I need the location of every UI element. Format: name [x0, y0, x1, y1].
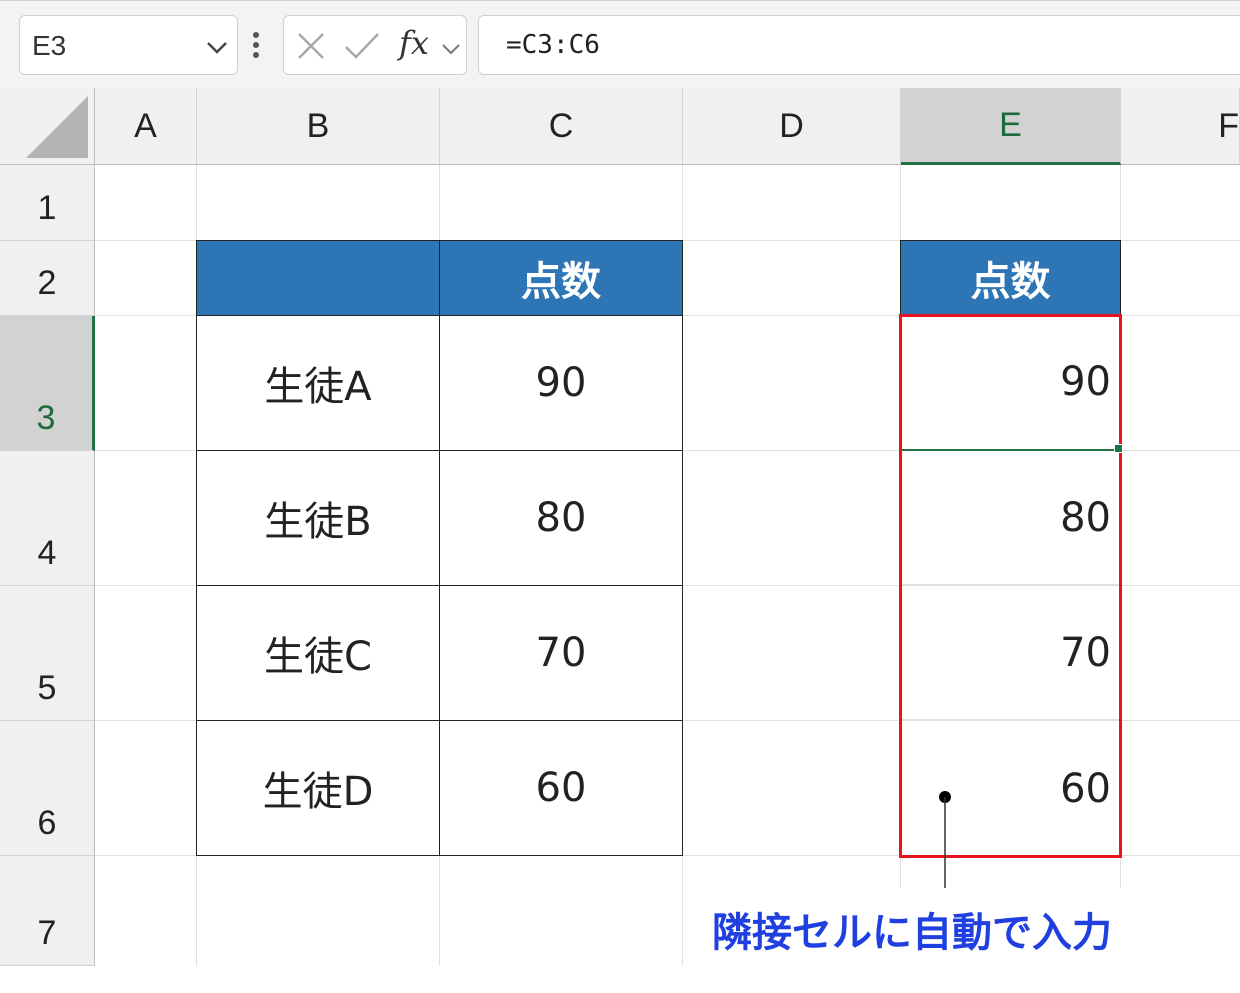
- row-header-3[interactable]: 3: [0, 316, 95, 451]
- spill-range-border: [899, 314, 1122, 858]
- cell-c4[interactable]: 80: [439, 450, 683, 586]
- row-header-2[interactable]: 2: [0, 241, 95, 316]
- cell-b5[interactable]: 生徒C: [196, 585, 440, 721]
- chevron-down-icon[interactable]: [206, 40, 228, 59]
- name-box-value: E3: [32, 30, 67, 61]
- column-header-a[interactable]: A: [95, 88, 197, 165]
- select-all-corner[interactable]: [0, 88, 95, 165]
- insert-function-button[interactable]: fx: [399, 24, 429, 62]
- cell-b3[interactable]: 生徒A: [196, 315, 440, 451]
- cell-e2[interactable]: 点数: [900, 240, 1121, 316]
- column-header-f[interactable]: F: [1121, 88, 1240, 165]
- column-header-c[interactable]: C: [440, 88, 683, 165]
- row-header-7[interactable]: 7: [0, 856, 95, 966]
- column-header-d[interactable]: D: [683, 88, 901, 165]
- cell-c3[interactable]: 90: [439, 315, 683, 451]
- chevron-down-icon[interactable]: [441, 40, 461, 59]
- worksheet-grid: A B C D E F 1 2 3 4 5 6 7 点数 生徒A 90 生徒B …: [0, 88, 1240, 968]
- row-header-1[interactable]: 1: [0, 165, 95, 241]
- cell-b4[interactable]: 生徒B: [196, 450, 440, 586]
- formula-controls: fx: [283, 15, 467, 75]
- row-header-6[interactable]: 6: [0, 721, 95, 856]
- column-header-b[interactable]: B: [197, 88, 440, 165]
- row-header-4[interactable]: 4: [0, 451, 95, 586]
- fill-handle[interactable]: [1114, 444, 1123, 453]
- annotation-label: 隣接セルに自動で入力: [712, 910, 1112, 956]
- cell-b2[interactable]: [196, 240, 440, 316]
- formula-input[interactable]: =C3:C6: [478, 15, 1240, 75]
- formula-bar: E3 fx =C3:C6: [0, 0, 1240, 88]
- formula-text: =C3:C6: [506, 30, 600, 60]
- annotation-pointer: [939, 791, 951, 896]
- cell-c5[interactable]: 70: [439, 585, 683, 721]
- name-box[interactable]: E3: [19, 15, 238, 75]
- column-header-e[interactable]: E: [901, 88, 1121, 165]
- cell-b6[interactable]: 生徒D: [196, 720, 440, 856]
- more-options-icon[interactable]: [252, 31, 260, 63]
- cancel-icon[interactable]: [296, 31, 326, 65]
- cell-c6[interactable]: 60: [439, 720, 683, 856]
- cell-c2[interactable]: 点数: [439, 240, 683, 316]
- row-header-5[interactable]: 5: [0, 586, 95, 721]
- enter-check-icon[interactable]: [344, 31, 380, 65]
